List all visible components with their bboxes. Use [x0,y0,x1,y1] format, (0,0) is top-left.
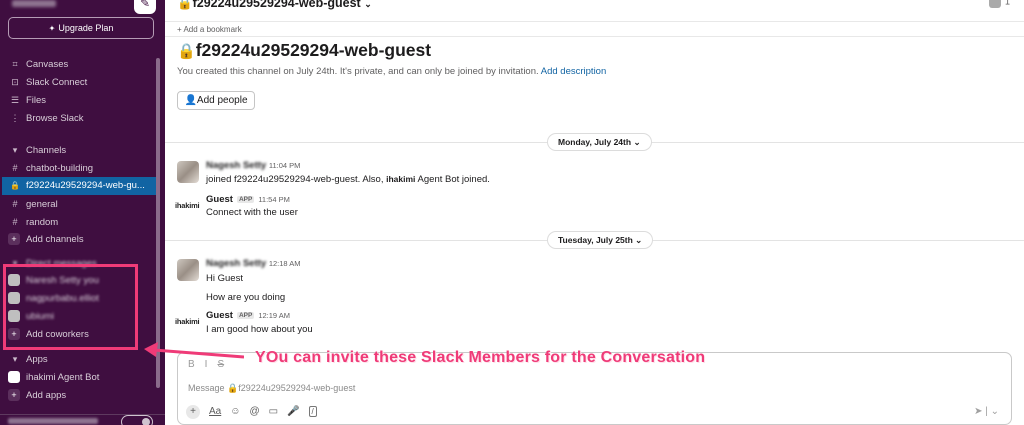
sidebar-item-slack-connect[interactable]: ⊡ Slack Connect [8,73,158,91]
divider [165,36,1024,37]
sidebar-scrollbar[interactable] [156,58,160,388]
message-header: Nagesh Setty 11:04 PM [206,160,300,171]
compose-icon[interactable]: ✎ [134,0,156,14]
channel-intro-description: You created this channel on July 24th. I… [177,66,607,77]
add-description-link[interactable]: Add description [541,66,606,77]
sidebar-channel-chatbot-building[interactable]: # chatbot-building [8,159,158,177]
message-author[interactable]: Guest [206,194,233,205]
app-avatar [8,371,20,384]
message-header: Nagesh Setty 12:18 AM [206,258,301,269]
add-channels-button[interactable]: + Add channels [8,231,158,249]
format-icon[interactable]: Aa [209,406,221,417]
plus-icon: + [8,389,20,402]
channels-section-header[interactable]: ▾ Channels [8,141,158,159]
apps-section-header[interactable]: ▾ Apps [8,350,158,368]
sidebar-channel-general[interactable]: # general [8,195,158,213]
mention-icon[interactable]: @ [249,406,259,417]
attach-icon[interactable]: + [186,405,200,419]
slack-connect-icon: ⊡ [11,77,19,87]
date-divider-pill[interactable]: Tuesday, July 25th ⌄ [547,231,654,249]
lock-icon: 🔒 [177,0,193,10]
annotation-arrow [144,342,244,359]
avatar[interactable] [177,259,199,281]
canvases-icon: ⌗ [12,59,18,69]
message-text: How are you doing [206,292,286,303]
huddle-label [8,418,98,424]
message-input[interactable]: Message 🔒f29224u29529294-web-guest [188,383,355,394]
channel-header-title[interactable]: 🔒f29224u29529294-web-guest ⌄ [177,0,372,11]
message-text: I am good how about you [206,324,313,335]
sidebar-item-browse-slack[interactable]: ⋮ Browse Slack [8,109,158,127]
annotation-text: YOu can invite these Slack Members for t… [255,349,706,366]
member-count-button[interactable]: 1 [988,0,1010,8]
huddle-toggle[interactable] [121,415,153,425]
hash-icon: # [12,217,18,227]
ihakimi-logo: ihakimi [175,317,200,326]
sidebar-channel-web-guest[interactable]: 🔒 f29224u29529294-web-gu... [2,177,160,195]
rocket-icon: ✦ [48,24,56,33]
message-time[interactable]: 11:54 PM [258,195,290,204]
files-icon: ☰ [10,95,20,105]
emoji-icon[interactable]: ☺ [230,406,240,417]
send-icon[interactable]: ➤ | ⌄ [974,406,999,417]
microphone-icon[interactable]: 🎤 [287,406,299,417]
lock-icon: 🔒 [10,181,20,190]
avatar [988,0,1001,8]
more-icon: ⋮ [10,113,20,123]
add-person-icon: 👤 [184,95,197,106]
message-text: Hi Guest [206,273,243,284]
highlight-box [3,264,138,350]
add-bookmark-button[interactable]: + Add a bookmark [177,25,242,34]
sidebar-channel-random[interactable]: # random [8,213,158,231]
channel-intro-title: 🔒f29224u29529294-web-guest [177,40,432,60]
caret-down-icon: ▾ [12,354,18,364]
add-people-button[interactable]: 👤Add people [177,91,255,110]
message-author[interactable]: Nagesh Setty [206,160,266,171]
add-apps-button[interactable]: + Add apps [8,387,158,405]
app-badge: APP [236,311,255,319]
upgrade-plan-button[interactable]: ✦ Upgrade Plan [8,17,154,39]
date-divider-pill[interactable]: Monday, July 24th ⌄ [547,133,652,151]
message-time[interactable]: 12:19 AM [258,311,290,320]
lock-icon: 🔒 [177,43,196,60]
caret-down-icon: ▾ [12,145,18,155]
workspace-name[interactable] [12,0,56,7]
message-author[interactable]: Guest [206,310,233,321]
message-text: Connect with the user [206,207,298,218]
avatar[interactable] [177,161,199,183]
message-time[interactable]: 11:04 PM [269,161,301,170]
video-icon[interactable]: ▭ [269,406,278,417]
plus-icon: + [8,233,20,246]
app-badge: APP [236,195,255,203]
sidebar-item-canvases[interactable]: ⌗ Canvases [8,55,158,73]
chevron-down-icon: ⌄ [364,0,372,9]
chevron-down-icon: ⌄ [635,235,643,245]
sidebar-item-files[interactable]: ☰ Files [8,91,158,109]
message-author[interactable]: Nagesh Setty [206,258,266,269]
composer-tools: + Aa ☺ @ ▭ 🎤 / [186,405,326,419]
chevron-down-icon: ⌄ [633,137,641,147]
app-item-agent-bot[interactable]: ihakimi Agent Bot [8,369,158,387]
ihakimi-logo: ihakimi [175,201,200,210]
shortcut-icon[interactable]: / [308,406,317,417]
hash-icon: # [12,163,18,173]
message-header: Guest APP 11:54 PM [206,194,290,205]
channel-header: 🔒f29224u29529294-web-guest ⌄ 1 [165,0,1024,22]
hash-icon: # [12,199,18,209]
message-time[interactable]: 12:18 AM [269,259,301,268]
message-header: Guest APP 12:19 AM [206,310,290,321]
message-text: joined f29224u29529294-web-guest. Also, … [206,174,490,185]
